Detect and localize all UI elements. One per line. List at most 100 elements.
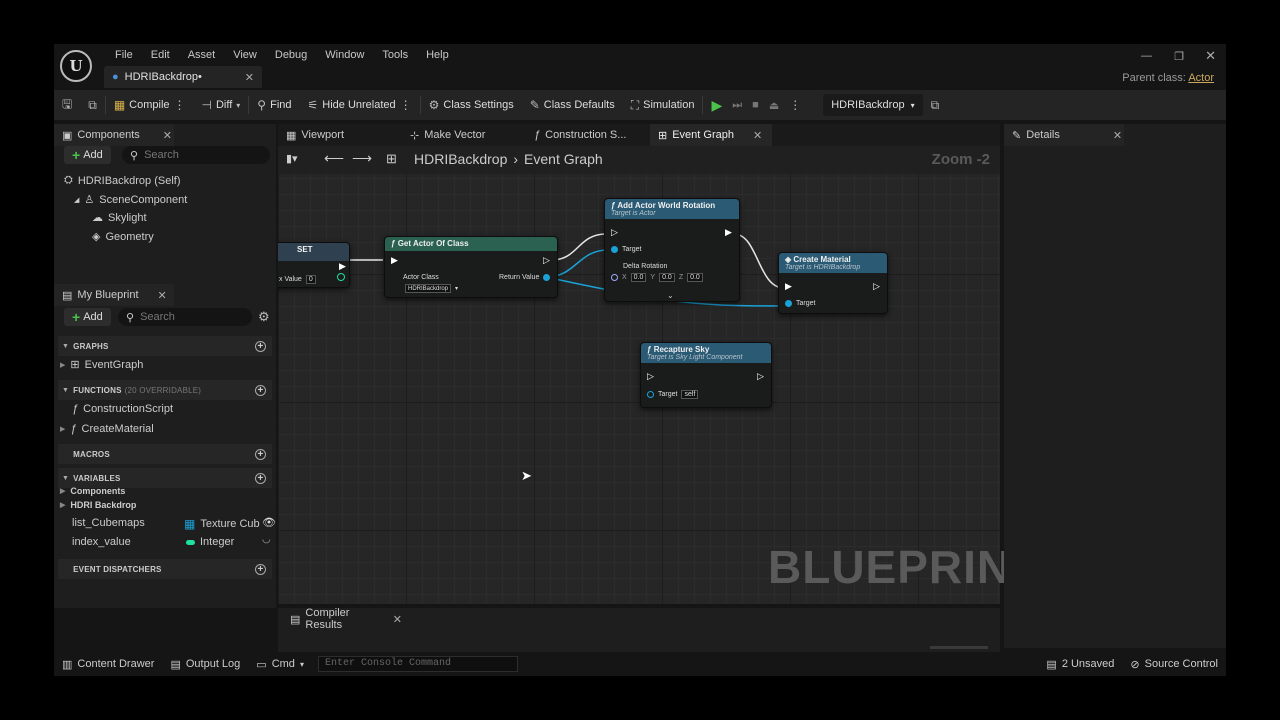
components-tab[interactable]: ▣ Components ✕: [54, 124, 174, 146]
console-command-input[interactable]: Enter Console Command: [317, 656, 518, 672]
stop-icon[interactable]: ■: [752, 99, 759, 111]
tab-make-vector[interactable]: ⊹ Make Vector: [402, 124, 524, 146]
menu-file[interactable]: File: [106, 48, 142, 62]
node-add-actor-world-rotation[interactable]: ƒ Add Actor World Rotation Target is Act…: [604, 198, 740, 302]
pin-target[interactable]: Target: [611, 246, 641, 253]
variable-category-hdri-backdrop[interactable]: ▶ HDRI Backdrop: [60, 500, 136, 510]
eye-closed-icon[interactable]: ◡: [262, 534, 271, 545]
compiler-results-tab[interactable]: ▤ Compiler Results ✕: [282, 607, 402, 631]
play-icon[interactable]: ▶: [711, 97, 722, 114]
step-icon[interactable]: ⏭: [732, 99, 742, 112]
integer-pin-icon[interactable]: [337, 273, 345, 281]
hide-unrelated-button[interactable]: ⚟ Hide Unrelated ⋮: [300, 90, 420, 120]
close-window-icon[interactable]: ✕: [1205, 48, 1216, 64]
close-icon[interactable]: ✕: [158, 289, 167, 302]
object-pin-icon[interactable]: [647, 391, 654, 398]
close-icon[interactable]: ✕: [1113, 129, 1122, 142]
class-value[interactable]: HDRIBackdrop: [405, 284, 452, 293]
class-select[interactable]: HDRIBackdrop ▾: [405, 284, 458, 293]
tree-item-self[interactable]: ⛭ HDRIBackdrop (Self): [64, 174, 181, 187]
macros-section-header[interactable]: ▼MACROS+: [58, 444, 272, 464]
eye-icon[interactable]: 👁: [262, 516, 276, 529]
more-icon[interactable]: ⋮: [174, 98, 186, 112]
variables-section-header[interactable]: ▼ VARIABLES +: [58, 468, 272, 488]
tab-construction-script[interactable]: ƒ Construction S...: [526, 124, 650, 146]
blueprint-search-input[interactable]: ⚲ Search: [118, 308, 252, 326]
add-graph-icon[interactable]: +: [255, 340, 266, 352]
add-function-icon[interactable]: +: [255, 384, 266, 396]
tree-item-scene-component[interactable]: ◢ ♙ SceneComponent: [74, 193, 187, 207]
object-pin-icon[interactable]: [543, 274, 551, 281]
forward-arrow-icon[interactable]: ⟶: [352, 150, 372, 167]
tree-item-geometry[interactable]: ◈ Geometry: [92, 230, 154, 244]
menu-tools[interactable]: Tools: [373, 48, 417, 62]
output-log-button[interactable]: ▤ Output Log: [162, 658, 248, 671]
parent-class-link[interactable]: Actor: [1188, 72, 1214, 84]
menu-help[interactable]: Help: [417, 48, 458, 62]
add-macro-icon[interactable]: +: [255, 448, 266, 460]
graph-canvas[interactable]: SET ▶ x Value 0 ƒ Get Actor Of Class ▶ ▷ …: [278, 146, 1000, 604]
exec-out-pin[interactable]: ▷: [873, 281, 880, 292]
compile-button[interactable]: ▦ Compile ⋮: [106, 90, 194, 120]
menu-view[interactable]: View: [224, 48, 266, 62]
expand-pins-icon[interactable]: ⌄: [667, 291, 674, 300]
pin-delta-rotation[interactable]: X 0.0 Y 0.0 Z 0.0: [611, 273, 703, 282]
object-pin-icon[interactable]: [785, 300, 792, 307]
rotation-y-field[interactable]: 0.0: [659, 273, 675, 282]
menu-edit[interactable]: Edit: [142, 48, 179, 62]
close-icon[interactable]: ✕: [753, 129, 762, 142]
functions-section-header[interactable]: ▼ FUNCTIONS (20 OVERRIDABLE) +: [58, 380, 272, 400]
add-dispatcher-icon[interactable]: +: [255, 563, 266, 575]
browse-button[interactable]: ⧉: [80, 90, 105, 120]
node-get-actor-of-class[interactable]: ƒ Get Actor Of Class ▶ ▷ Actor Class HDR…: [384, 236, 558, 298]
close-icon[interactable]: ✕: [163, 129, 172, 142]
variable-item-list-cubemaps[interactable]: list_Cubemaps: [72, 517, 145, 529]
component-search-input[interactable]: ⚲ Search: [122, 146, 270, 164]
rotation-z-field[interactable]: 0.0: [687, 273, 703, 282]
node-set[interactable]: SET ▶ x Value 0: [278, 242, 350, 288]
class-settings-button[interactable]: ⚙ Class Settings: [421, 90, 522, 120]
simulation-button[interactable]: ⛶ Simulation: [623, 90, 703, 120]
node-create-material[interactable]: ◈ Create Material Target is HDRIBackdrop…: [778, 252, 888, 314]
find-button[interactable]: ⚲ Find: [249, 90, 299, 120]
exec-out-pin[interactable]: ▶: [339, 261, 346, 272]
pin-value[interactable]: x Value 0: [279, 275, 316, 284]
restore-icon[interactable]: ❐: [1174, 50, 1184, 63]
exec-out-pin[interactable]: ▷: [543, 255, 550, 266]
exec-in-pin[interactable]: ▷: [647, 371, 654, 382]
pin-actor-class[interactable]: Actor Class: [403, 274, 439, 281]
menu-window[interactable]: Window: [316, 48, 373, 62]
close-icon[interactable]: ✕: [393, 613, 402, 626]
exec-in-pin[interactable]: ▷: [611, 227, 618, 238]
debug-filter-button[interactable]: ⧉: [923, 90, 948, 120]
add-variable-icon[interactable]: +: [255, 472, 266, 484]
menu-debug[interactable]: Debug: [266, 48, 316, 62]
pin-target[interactable]: Target self: [647, 390, 699, 399]
graphs-section-header[interactable]: ▼ GRAPHS +: [58, 336, 272, 356]
add-member-button[interactable]: + Add: [64, 308, 111, 326]
details-tab[interactable]: ✎ Details ✕: [1004, 124, 1124, 146]
tab-viewport[interactable]: ▦ Viewport: [278, 124, 400, 146]
minimize-icon[interactable]: —: [1141, 50, 1152, 62]
unreal-logo[interactable]: U: [60, 50, 92, 82]
object-pin-icon[interactable]: [611, 246, 618, 253]
scrollbar[interactable]: [930, 646, 988, 649]
function-item-creatematerial[interactable]: ▶ ƒ CreateMaterial: [60, 423, 154, 435]
more-icon[interactable]: ⋮: [400, 98, 412, 112]
exec-out-pin[interactable]: ▷: [757, 371, 764, 382]
function-item-constructionscript[interactable]: ƒ ConstructionScript: [72, 403, 173, 415]
variable-category-components[interactable]: ▶ Components: [60, 486, 125, 496]
source-control-button[interactable]: ⊘ Source Control: [1122, 658, 1226, 671]
variable-type-texture-cube[interactable]: ▦ Texture Cub: [184, 517, 260, 531]
document-tab[interactable]: ● HDRIBackdrop• ✕: [104, 66, 262, 88]
breadcrumb-root[interactable]: HDRIBackdrop: [414, 151, 507, 167]
eject-icon[interactable]: ⏏: [769, 99, 779, 112]
unsaved-button[interactable]: ▤ 2 Unsaved: [1038, 658, 1122, 671]
pin-return-value[interactable]: Return Value: [499, 274, 551, 281]
debug-object-select[interactable]: HDRIBackdrop ▾: [823, 94, 923, 116]
bookmark-icon[interactable]: ▮▾: [286, 152, 298, 165]
exec-in-pin[interactable]: ▶: [785, 281, 792, 292]
rotator-pin-icon[interactable]: [611, 274, 618, 281]
content-drawer-button[interactable]: ▥ Content Drawer: [54, 658, 162, 671]
my-blueprint-tab[interactable]: ▤ My Blueprint ✕: [54, 284, 174, 306]
